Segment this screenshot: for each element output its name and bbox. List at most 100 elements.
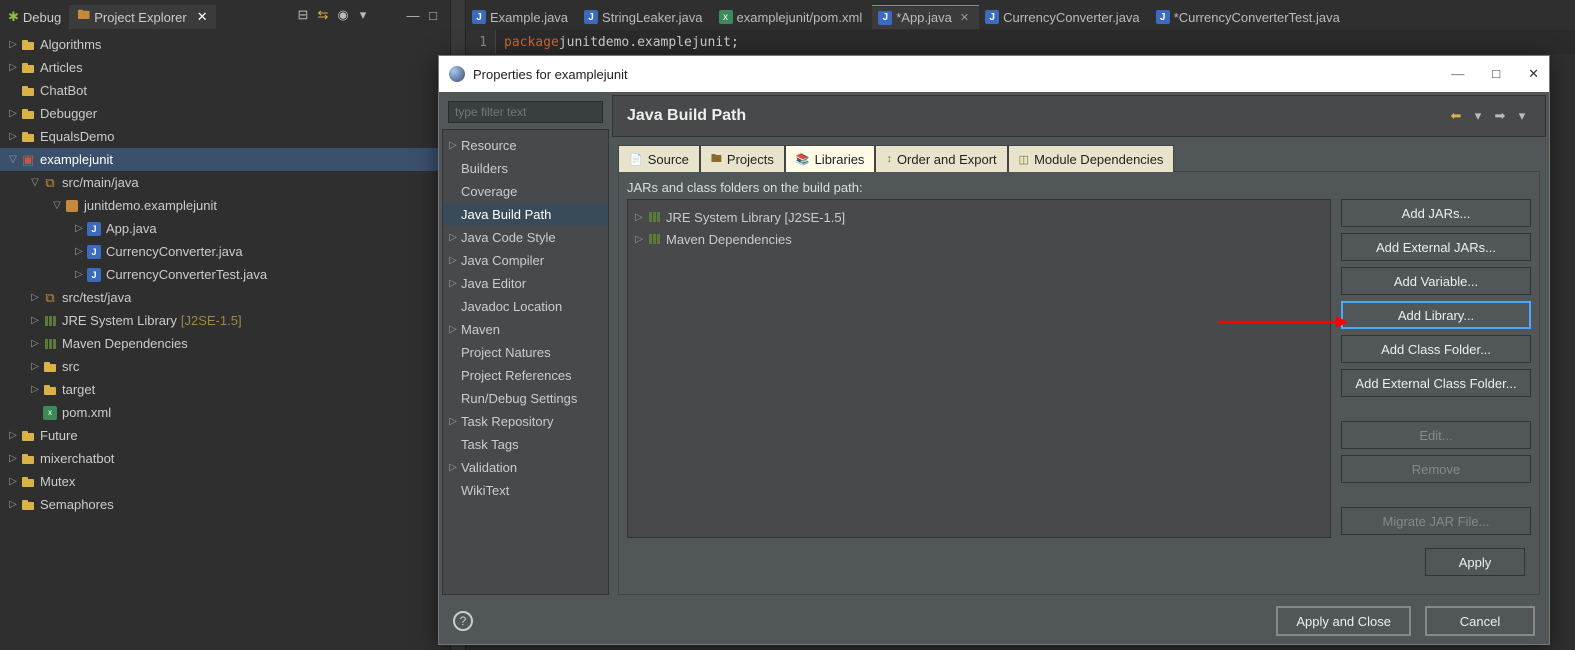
twisty-icon[interactable]: ▷ xyxy=(447,232,459,243)
tree-row[interactable]: ▷JRE System Library[J2SE-1.5] xyxy=(0,309,450,332)
nav-item[interactable]: Project Natures xyxy=(443,341,608,364)
twisty-icon[interactable]: ▷ xyxy=(28,361,42,372)
tree-row[interactable]: ▷JCurrencyConverter.java xyxy=(0,240,450,263)
twisty-icon[interactable]: ▷ xyxy=(6,499,20,510)
tree-row[interactable]: ▽▣examplejunit xyxy=(0,148,450,171)
nav-item[interactable]: Run/Debug Settings xyxy=(443,387,608,410)
nav-item[interactable]: Coverage xyxy=(443,180,608,203)
twisty-icon[interactable]: ▷ xyxy=(72,223,86,234)
buildpath-tab[interactable]: 📚Libraries xyxy=(785,145,876,172)
maximize-view-icon[interactable]: □ xyxy=(424,6,442,24)
twisty-icon[interactable]: ▷ xyxy=(28,384,42,395)
properties-nav-tree[interactable]: ▷ResourceBuildersCoverageJava Build Path… xyxy=(442,129,609,595)
add-library-button[interactable]: Add Library... xyxy=(1341,301,1531,329)
tree-row[interactable]: ▷Future xyxy=(0,424,450,447)
tab-debug[interactable]: ✱ Debug xyxy=(0,5,69,29)
buildpath-tab[interactable]: ↕Order and Export xyxy=(875,145,1007,172)
project-explorer-tree[interactable]: ▷Algorithms▷ArticlesChatBot▷Debugger▷Equ… xyxy=(0,30,450,650)
tree-row[interactable]: ▷Algorithms xyxy=(0,33,450,56)
twisty-icon[interactable]: ▽ xyxy=(6,154,20,165)
tree-row[interactable]: ▽junitdemo.examplejunit xyxy=(0,194,450,217)
code-editor-line[interactable]: 1 package junitdemo.examplejunit; xyxy=(466,30,1575,54)
dialog-title-bar[interactable]: Properties for examplejunit — □ ✕ xyxy=(439,56,1549,92)
nav-item[interactable]: ▷Java Editor xyxy=(443,272,608,295)
nav-item[interactable]: ▷Java Code Style xyxy=(443,226,608,249)
nav-item[interactable]: ▷Maven xyxy=(443,318,608,341)
history-forward-icon[interactable]: ➡ xyxy=(1491,107,1509,125)
jars-tree[interactable]: ▷JRE System Library [J2SE-1.5]▷Maven Dep… xyxy=(627,199,1331,538)
buildpath-tab[interactable]: 📄Source xyxy=(618,145,700,172)
tree-row[interactable]: ChatBot xyxy=(0,79,450,102)
twisty-icon[interactable]: ▷ xyxy=(447,324,459,335)
twisty-icon[interactable]: ▷ xyxy=(28,338,42,349)
tree-row[interactable]: ▷target xyxy=(0,378,450,401)
window-maximize-icon[interactable]: □ xyxy=(1492,66,1500,82)
tree-row[interactable]: ▷EqualsDemo xyxy=(0,125,450,148)
add-external-class-folder-button[interactable]: Add External Class Folder... xyxy=(1341,369,1531,397)
twisty-icon[interactable]: ▽ xyxy=(28,177,42,188)
twisty-icon[interactable]: ▷ xyxy=(447,462,459,473)
tree-row[interactable]: ▽⧉src/main/java xyxy=(0,171,450,194)
twisty-icon[interactable]: ▷ xyxy=(28,315,42,326)
view-menu-icon[interactable]: ▾ xyxy=(354,6,372,24)
nav-item[interactable]: ▷Task Repository xyxy=(443,410,608,433)
add-variable-button[interactable]: Add Variable... xyxy=(1341,267,1531,295)
tree-row[interactable]: ▷⧉src/test/java xyxy=(0,286,450,309)
tree-row[interactable]: ▷src xyxy=(0,355,450,378)
nav-item[interactable]: Java Build Path xyxy=(443,203,608,226)
window-minimize-icon[interactable]: — xyxy=(1451,66,1464,82)
twisty-icon[interactable]: ▷ xyxy=(447,278,459,289)
nav-item[interactable]: Project References xyxy=(443,364,608,387)
twisty-icon[interactable]: ▷ xyxy=(72,246,86,257)
nav-item[interactable]: Builders xyxy=(443,157,608,180)
buildpath-tab[interactable]: ◫Module Dependencies xyxy=(1008,145,1175,172)
tree-row[interactable]: xpom.xml xyxy=(0,401,450,424)
tree-row[interactable]: ▷JApp.java xyxy=(0,217,450,240)
tree-row[interactable]: ▷Mutex xyxy=(0,470,450,493)
close-icon[interactable]: ✕ xyxy=(960,11,969,24)
tree-row[interactable]: ▷mixerchatbot xyxy=(0,447,450,470)
help-icon[interactable]: ? xyxy=(453,611,473,631)
apply-and-close-button[interactable]: Apply and Close xyxy=(1276,606,1411,636)
cancel-button[interactable]: Cancel xyxy=(1425,606,1535,636)
nav-item[interactable]: Javadoc Location xyxy=(443,295,608,318)
buildpath-tab[interactable]: 🖿Projects xyxy=(700,145,785,172)
twisty-icon[interactable]: ▷ xyxy=(447,416,459,427)
close-icon[interactable]: ✕ xyxy=(197,9,208,25)
focus-task-icon[interactable]: ◉ xyxy=(334,6,352,24)
twisty-icon[interactable]: ▷ xyxy=(6,39,20,50)
editor-tab[interactable]: JExample.java xyxy=(466,5,578,29)
twisty-icon[interactable]: ▷ xyxy=(6,108,20,119)
editor-tab[interactable]: JStringLeaker.java xyxy=(578,5,712,29)
twisty-icon[interactable]: ▽ xyxy=(50,200,64,211)
minimize-view-icon[interactable]: — xyxy=(404,6,422,24)
twisty-icon[interactable]: ▷ xyxy=(6,453,20,464)
twisty-icon[interactable]: ▷ xyxy=(632,234,646,245)
tree-row[interactable]: ▷Debugger xyxy=(0,102,450,125)
twisty-icon[interactable]: ▷ xyxy=(447,255,459,266)
twisty-icon[interactable]: ▷ xyxy=(6,131,20,142)
twisty-icon[interactable]: ▷ xyxy=(72,269,86,280)
editor-tab[interactable]: J*App.java✕ xyxy=(872,5,979,29)
filter-input[interactable] xyxy=(448,101,603,123)
editor-tab[interactable]: xexamplejunit/pom.xml xyxy=(713,5,873,29)
link-editor-icon[interactable]: ⇆ xyxy=(314,6,332,24)
tree-row[interactable]: ▷Semaphores xyxy=(0,493,450,516)
nav-item[interactable]: ▷Validation xyxy=(443,456,608,479)
twisty-icon[interactable]: ▷ xyxy=(632,212,646,223)
add-jars-button[interactable]: Add JARs... xyxy=(1341,199,1531,227)
twisty-icon[interactable]: ▷ xyxy=(28,292,42,303)
collapse-all-icon[interactable]: ⊟ xyxy=(294,6,312,24)
twisty-icon[interactable]: ▷ xyxy=(6,430,20,441)
history-back-icon[interactable]: ⬅ xyxy=(1447,107,1465,125)
apply-button[interactable]: Apply xyxy=(1425,548,1525,576)
tree-row[interactable]: ▷JCurrencyConverterTest.java xyxy=(0,263,450,286)
nav-item[interactable]: ▷Resource xyxy=(443,134,608,157)
editor-tab[interactable]: JCurrencyConverter.java xyxy=(979,5,1150,29)
twisty-icon[interactable]: ▷ xyxy=(447,140,459,151)
twisty-icon[interactable]: ▷ xyxy=(6,476,20,487)
add-external-jars-button[interactable]: Add External JARs... xyxy=(1341,233,1531,261)
twisty-icon[interactable]: ▷ xyxy=(6,62,20,73)
editor-tab[interactable]: J*CurrencyConverterTest.java xyxy=(1150,5,1350,29)
window-close-icon[interactable]: ✕ xyxy=(1528,66,1539,82)
